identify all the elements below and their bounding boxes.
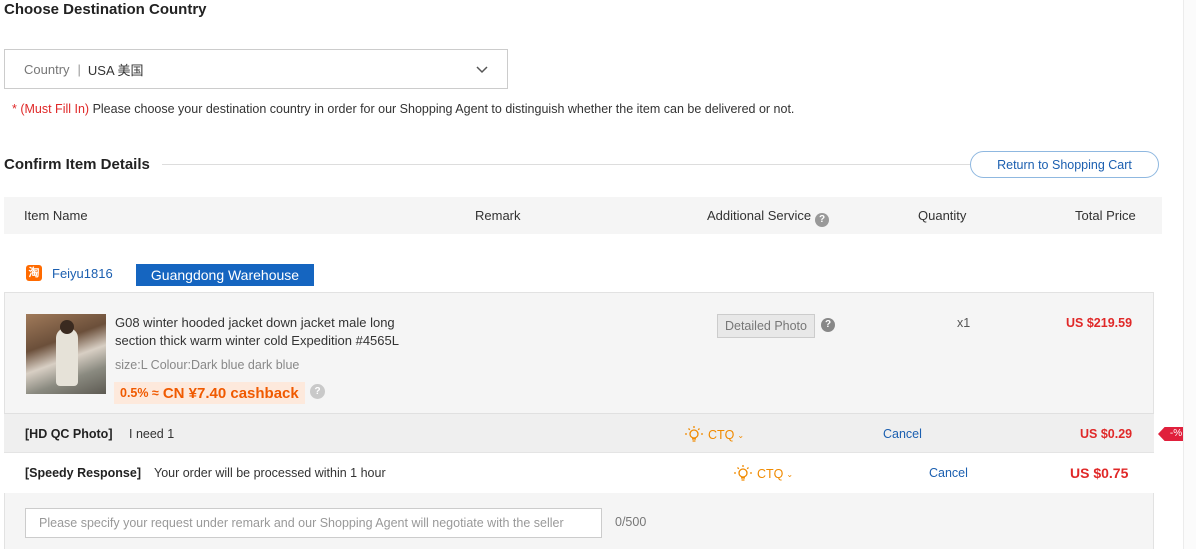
provider-label: CTQ (757, 467, 784, 481)
cancel-service-button[interactable]: Cancel (883, 427, 922, 441)
remark-counter: 0/500 (615, 515, 647, 529)
country-separator: | (77, 61, 81, 77)
seller-name[interactable]: Feiyu1816 (52, 266, 113, 281)
question-circle-icon[interactable]: ? (310, 384, 325, 399)
provider-label: CTQ (708, 428, 735, 442)
cashback-amount: CN ¥7.40 cashback (162, 384, 299, 402)
hint-text: Please choose your destination country i… (89, 102, 795, 116)
service-description: Your order will be processed within 1 ho… (154, 466, 386, 480)
chevron-down-icon: ⌄ (737, 430, 745, 440)
cancel-service-button[interactable]: Cancel (929, 466, 968, 480)
item-price: US $219.59 (1066, 316, 1133, 330)
item-title[interactable]: G08 winter hooded jacket down jacket mal… (115, 314, 415, 350)
question-circle-icon[interactable]: ? (815, 213, 830, 227)
chevron-down-icon (476, 66, 488, 74)
header-total-price: Total Price (1075, 208, 1136, 223)
chevron-down-icon: ⌄ (786, 469, 794, 479)
scrollbar[interactable] (1183, 0, 1196, 549)
country-label: Country (24, 61, 70, 77)
header-remark: Remark (475, 208, 521, 223)
header-quantity: Quantity (918, 208, 967, 223)
lightbulb-icon (685, 426, 703, 442)
header-additional-service-label: Additional Service (707, 208, 812, 223)
service-name: [HD QC Photo] (25, 427, 113, 441)
destination-hint: * (Must Fill In) Please choose your dest… (12, 102, 794, 116)
table-header: Item Name Remark Additional Service? Qua… (4, 197, 1162, 234)
header-additional-service: Additional Service? (707, 208, 830, 227)
required-marker: * (Must Fill In) (12, 102, 90, 116)
service-provider-dropdown[interactable]: CTQ ⌄ (733, 464, 793, 484)
cashback-percent: 0.5% ≈ (120, 386, 159, 400)
service-description: I need 1 (129, 427, 175, 441)
confirm-title: Confirm Item Details (4, 156, 150, 173)
country-value: USA 美国 (87, 62, 144, 78)
service-name: [Speedy Response] (25, 466, 142, 480)
item-quantity: x1 (957, 316, 971, 330)
divider (162, 164, 970, 165)
taobao-icon: 淘 (26, 265, 42, 281)
header-item-name: Item Name (24, 208, 88, 223)
remark-input[interactable] (25, 508, 602, 538)
thumbnail-figure-head (60, 320, 74, 334)
service-provider-dropdown[interactable]: CTQ ⌄ (684, 425, 744, 445)
detailed-photo-button[interactable]: Detailed Photo (717, 314, 815, 338)
country-select[interactable]: Country | USA 美国 (4, 49, 508, 89)
item-thumbnail[interactable] (26, 314, 106, 394)
item-spec: size:L Colour:Dark blue dark blue (115, 358, 300, 372)
service-price: US $0.75 (1070, 465, 1129, 481)
return-to-cart-button[interactable]: Return to Shopping Cart (970, 151, 1159, 178)
warehouse-badge: Guangdong Warehouse (136, 264, 314, 286)
service-row: [HD QC Photo] I need 1 CTQ ⌄ Cancel US $0… (4, 413, 1154, 453)
destination-title: Choose Destination Country (4, 1, 207, 18)
thumbnail-figure (56, 328, 78, 386)
question-circle-icon[interactable]: ? (821, 318, 835, 332)
service-price: US $0.29 (1080, 427, 1133, 441)
cashback-badge: 0.5% ≈ CN ¥7.40 cashback (114, 382, 305, 404)
service-row: [Speedy Response] Your order will be pro… (4, 453, 1154, 493)
lightbulb-icon (734, 465, 752, 481)
